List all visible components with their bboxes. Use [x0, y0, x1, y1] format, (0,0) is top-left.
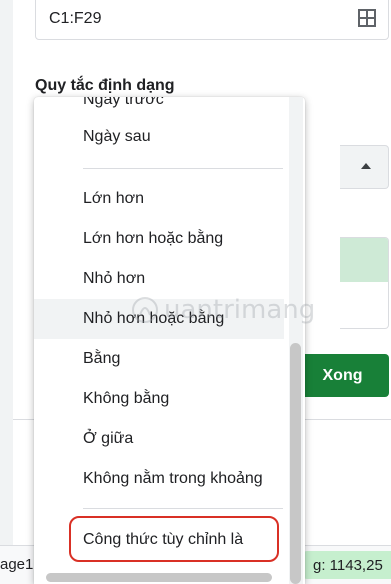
menu-item-date-after[interactable]: Ngày sau — [34, 117, 284, 157]
vertical-scrollbar-thumb[interactable] — [290, 343, 301, 584]
sum-value: g: 1143,25 — [313, 557, 383, 574]
menu-item-not-equal[interactable]: Không bằng — [34, 379, 284, 419]
menu-divider — [83, 168, 283, 169]
sum-chip[interactable]: g: 1143,25 — [303, 551, 391, 579]
horizontal-scrollbar-thumb[interactable] — [46, 573, 272, 582]
format-rules-heading: Quy tắc định dạng — [35, 77, 175, 94]
watermark-logo-icon — [132, 297, 158, 323]
format-style-preview[interactable] — [340, 237, 389, 329]
menu-item-between[interactable]: Ở giữa — [34, 419, 284, 459]
menu-item-not-between[interactable]: Không nằm trong khoảng — [34, 459, 284, 499]
sidebar-edge — [0, 0, 13, 584]
watermark: uantrimang — [130, 295, 315, 325]
menu-item-greater-or-equal[interactable]: Lớn hơn hoặc bằng — [34, 219, 284, 259]
menu-item-greater-than[interactable]: Lớn hơn — [34, 179, 284, 219]
watermark-text: uantrimang — [164, 295, 316, 325]
preview-fill — [340, 238, 388, 282]
range-input[interactable]: C1:F29 — [35, 0, 389, 40]
condition-dropdown-menu: Ngày trước Ngày sau Lớn hơn Lớn hơn hoặc… — [34, 97, 305, 584]
select-range-grid-icon[interactable] — [358, 9, 376, 27]
menu-divider — [83, 508, 283, 509]
sheet-tab[interactable]: age1 — [0, 556, 33, 573]
done-button[interactable]: Xong — [296, 354, 389, 397]
menu-item-equal[interactable]: Bằng — [34, 339, 284, 379]
menu-item-less-than[interactable]: Nhỏ hơn — [34, 259, 284, 299]
caret-up-icon — [361, 163, 371, 169]
highlight-annotation — [69, 516, 279, 562]
condition-select[interactable] — [340, 145, 389, 189]
range-value: C1:F29 — [49, 10, 102, 27]
